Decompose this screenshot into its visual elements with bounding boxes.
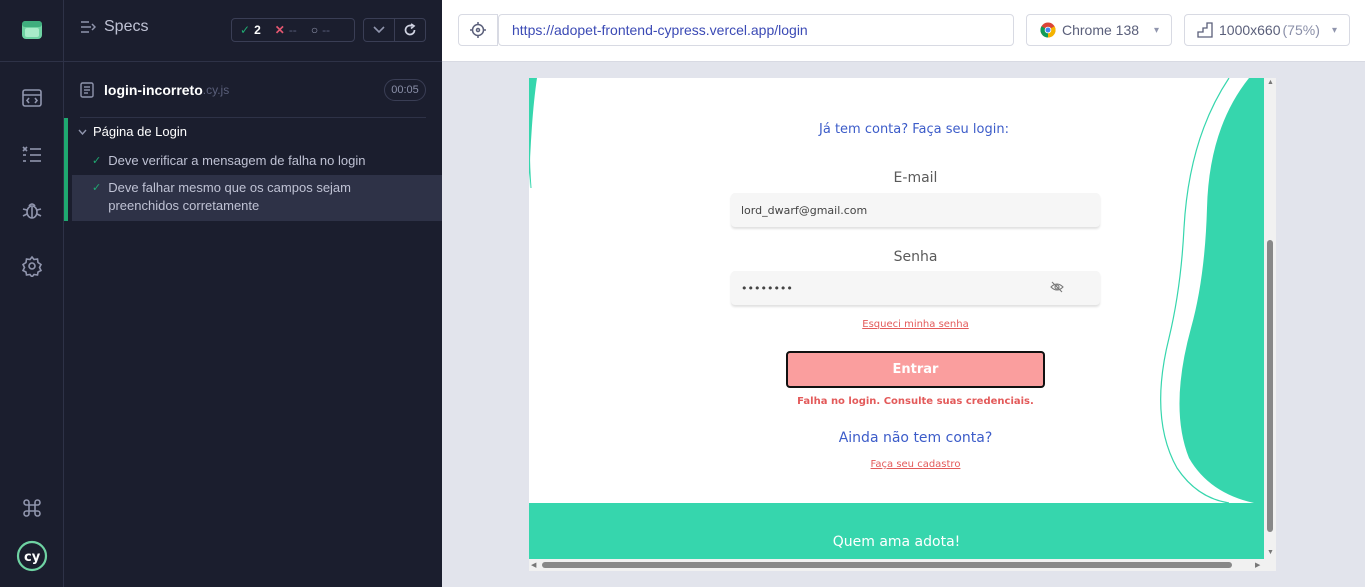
footer: Quem ama adota! <box>529 503 1264 559</box>
passed-count: 2 <box>254 23 261 37</box>
pending-stat: ○ -- <box>311 23 330 37</box>
spec-divider <box>80 117 426 118</box>
chevron-down-icon[interactable] <box>364 19 394 41</box>
chevron-down-icon: ▾ <box>1331 24 1337 36</box>
test-row-active[interactable]: ✓ Deve falhar mesmo que os campos sejam … <box>72 175 442 221</box>
check-icon: ✓ <box>92 182 102 194</box>
specs-panel: Specs ✓ 2 ✕ -- ○ -- login-incorreto .cy.… <box>64 0 442 587</box>
specs-header: Specs ✓ 2 ✕ -- ○ -- <box>64 0 442 62</box>
spec-file-name: login-incorreto <box>104 82 203 98</box>
viewport-zoom: (75%) <box>1282 22 1320 38</box>
pending-count: -- <box>322 23 331 37</box>
scroll-up-arrow-icon[interactable]: ▲ <box>1267 79 1274 86</box>
browser-selector[interactable]: Chrome 138 ▾ <box>1026 14 1172 46</box>
password-label: Senha <box>893 249 938 265</box>
browser-toolbar: https://adopet-frontend-cypress.vercel.a… <box>442 0 1365 62</box>
fail-x-icon: ✕ <box>274 23 285 37</box>
icon-rail: cy <box>0 0 64 587</box>
settings-icon[interactable] <box>0 246 64 286</box>
cypress-app-icon[interactable] <box>0 10 64 50</box>
suite-status-bar <box>64 118 68 221</box>
url-text: https://adopet-frontend-cypress.vercel.a… <box>512 22 808 38</box>
email-value: lord_dwarf@gmail.com <box>741 203 868 217</box>
scroll-down-arrow-icon[interactable]: ▼ <box>1267 549 1274 556</box>
specs-title[interactable]: Specs <box>80 18 148 36</box>
scroll-right-arrow-icon[interactable]: ▶ <box>1255 561 1260 569</box>
test-stats: ✓ 2 ✕ -- ○ -- <box>231 18 355 42</box>
email-field[interactable]: lord_dwarf@gmail.com <box>731 193 1100 227</box>
failed-count: -- <box>288 23 297 37</box>
vertical-scroll-thumb[interactable] <box>1267 240 1273 532</box>
signup-link[interactable]: Faça seu cadastro <box>731 459 1100 470</box>
password-field[interactable]: •••••••• <box>731 271 1100 305</box>
document-icon <box>80 82 94 98</box>
suite-row[interactable]: Página de Login <box>78 124 187 139</box>
debug-icon[interactable] <box>0 190 64 230</box>
spec-file-ext: .cy.js <box>202 83 230 97</box>
cypress-logo-icon[interactable]: cy <box>0 536 64 576</box>
chevron-down-icon: ▾ <box>1153 24 1159 36</box>
check-icon: ✓ <box>240 23 251 37</box>
specs-list-icon[interactable] <box>0 134 64 174</box>
run-controls <box>363 18 426 42</box>
adopet-login-page: Já tem conta? Faça seu login: E-mail lor… <box>529 78 1264 559</box>
vertical-scrollbar[interactable]: ▲ ▼ <box>1264 78 1276 559</box>
test-label: Deve verificar a mensagem de falha no lo… <box>108 153 366 168</box>
check-icon: ✓ <box>92 155 102 167</box>
viewport-size: 1000x660 <box>1219 22 1281 38</box>
duration-badge: 00:05 <box>384 79 426 101</box>
forgot-password-link[interactable]: Esqueci minha senha <box>731 319 1100 330</box>
eye-off-icon[interactable] <box>1050 281 1064 296</box>
specs-title-label: Specs <box>104 18 149 35</box>
app-iframe: Já tem conta? Faça seu login: E-mail lor… <box>529 78 1276 571</box>
test-row[interactable]: ✓ Deve verificar a mensagem de falha no … <box>72 152 442 174</box>
chevron-down-icon <box>78 129 87 135</box>
footer-slogan: Quem ama adota! <box>832 534 961 550</box>
svg-text:cy: cy <box>24 550 41 565</box>
url-bar[interactable]: https://adopet-frontend-cypress.vercel.a… <box>498 14 1014 46</box>
email-label: E-mail <box>893 170 938 186</box>
keyboard-shortcuts-icon[interactable] <box>0 488 64 528</box>
horizontal-scroll-thumb[interactable] <box>542 562 1232 568</box>
no-account-text: Ainda não tem conta? <box>838 430 993 446</box>
login-error-message: Falha no login. Consulte suas credenciai… <box>797 396 1034 407</box>
chrome-icon <box>1040 22 1056 38</box>
selector-playground-button[interactable] <box>458 14 498 46</box>
login-button[interactable]: Entrar <box>786 351 1045 388</box>
failed-stat: ✕ -- <box>275 23 297 37</box>
aut-panel: https://adopet-frontend-cypress.vercel.a… <box>442 0 1365 587</box>
test-label: Deve falhar mesmo que os campos sejam pr… <box>108 180 351 213</box>
spec-file-row[interactable]: login-incorreto .cy.js 00:05 <box>80 78 426 102</box>
browser-name: Chrome 138 <box>1062 22 1140 38</box>
login-heading: Já tem conta? Faça seu login: <box>819 122 1009 137</box>
horizontal-scrollbar[interactable]: ◀ ▶ <box>529 559 1276 571</box>
scroll-left-arrow-icon[interactable]: ◀ <box>531 561 536 569</box>
passed-stat: ✓ 2 <box>240 23 261 37</box>
runs-icon[interactable] <box>0 78 64 118</box>
viewport-icon <box>1197 22 1213 38</box>
rerun-icon[interactable] <box>394 19 425 41</box>
specs-toggle-icon <box>81 21 96 33</box>
viewport-selector[interactable]: 1000x660 (75%) ▾ <box>1184 14 1350 46</box>
pending-spinner-icon: ○ <box>310 23 319 37</box>
password-value: •••••••• <box>741 281 793 295</box>
suite-title: Página de Login <box>93 124 187 139</box>
crosshair-icon <box>470 22 486 38</box>
rail-divider <box>0 61 64 62</box>
